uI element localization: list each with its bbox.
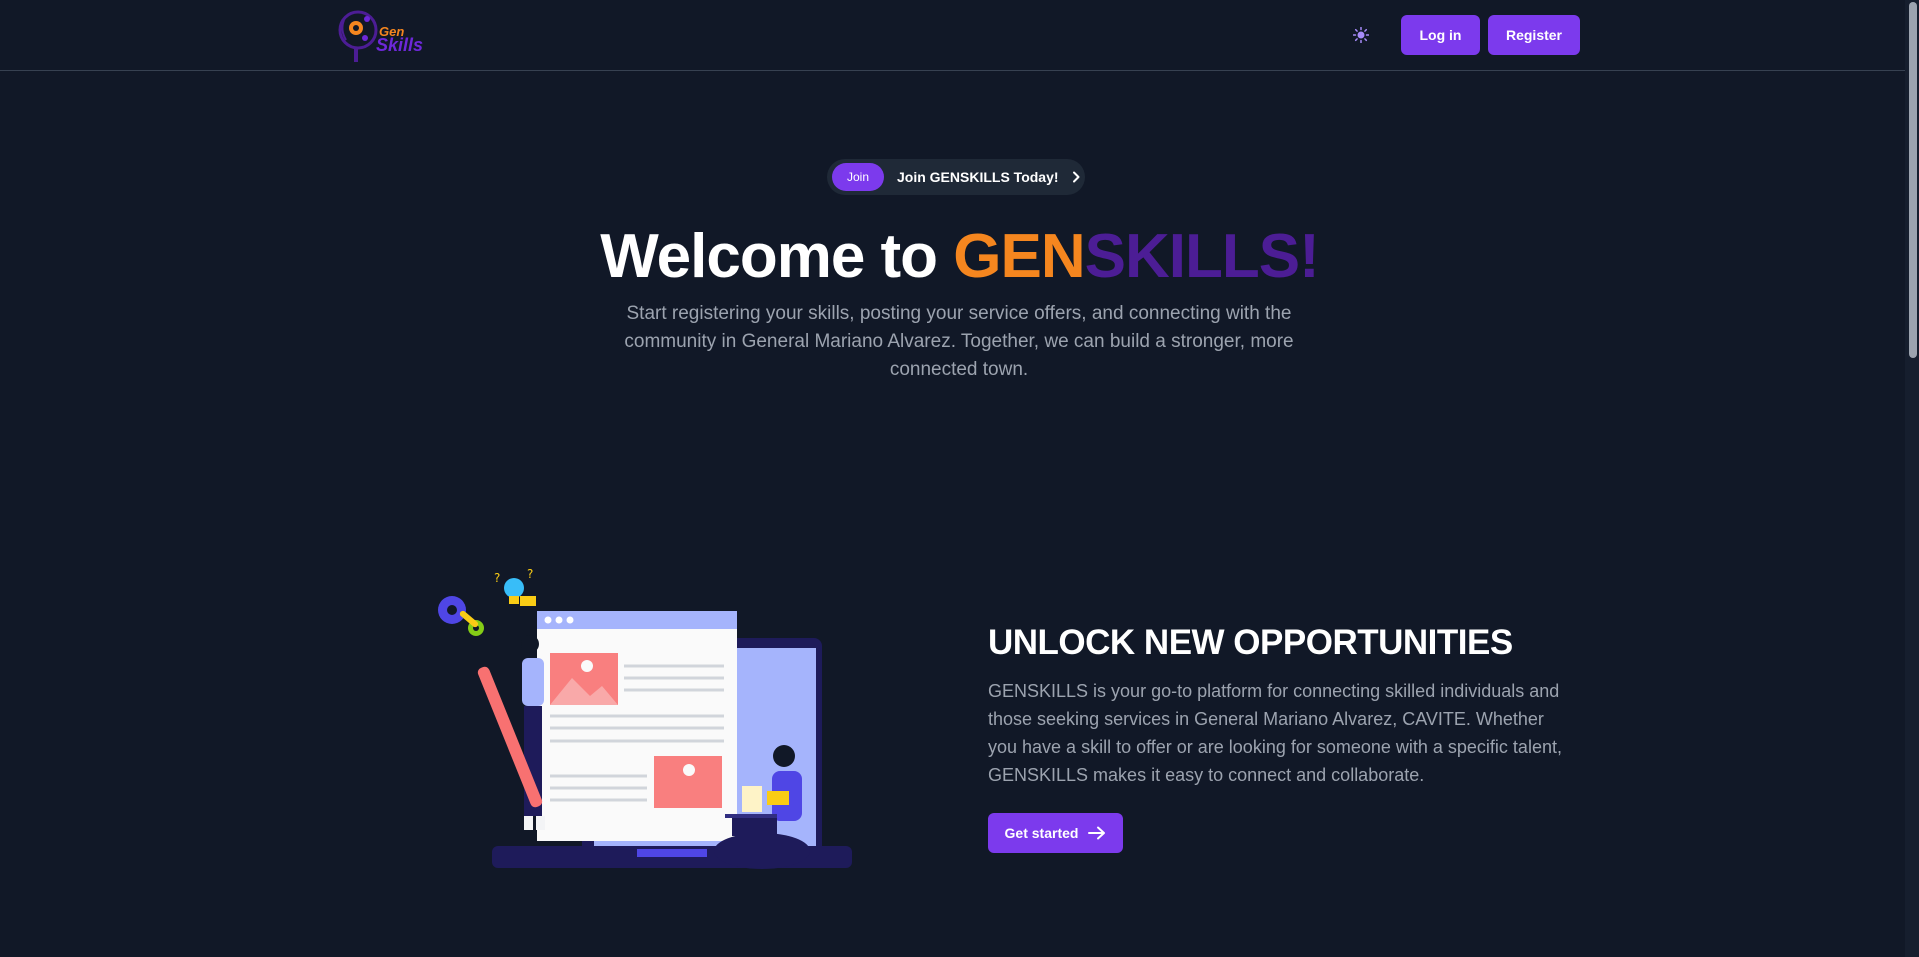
chevron-right-icon	[1071, 171, 1083, 183]
hero-title-skills: SKILLS!	[1084, 222, 1320, 291]
genskills-logo[interactable]: Gen Skills	[334, 6, 430, 66]
login-button[interactable]: Log in	[1401, 15, 1480, 55]
sun-icon	[1353, 27, 1369, 43]
logo-text-skills: Skills	[376, 35, 424, 55]
collaboration-illustration: ? ?	[438, 567, 852, 869]
landing-page: Gen Skills Log in Register Join Join GEN…	[0, 0, 1919, 957]
scrollbar-thumb[interactable]	[1909, 2, 1917, 358]
opportunities-title: UNLOCK NEW OPPORTUNITIES	[988, 623, 1513, 662]
hero-title-prefix: Welcome to	[600, 222, 954, 291]
top-navbar: Gen Skills Log in Register	[0, 0, 1919, 71]
register-button[interactable]: Register	[1488, 15, 1580, 55]
hero-subtitle: Start registering your skills, posting y…	[624, 303, 1294, 380]
svg-text:?: ?	[527, 567, 533, 581]
opportunities-description: GENSKILLS is your go-to platform for con…	[988, 681, 1562, 785]
svg-text:?: ?	[494, 571, 500, 585]
join-text: Join GENSKILLS Today!	[897, 169, 1059, 185]
hero-title: Welcome to GENSKILLS!	[0, 221, 1919, 293]
get-started-button[interactable]: Get started	[988, 813, 1123, 853]
join-announcement-pill[interactable]: Join Join GENSKILLS Today!	[827, 159, 1085, 195]
theme-toggle-button[interactable]	[1348, 22, 1374, 48]
get-started-label: Get started	[1004, 825, 1079, 841]
arrow-right-icon	[1088, 826, 1106, 840]
join-badge: Join	[832, 163, 884, 191]
hero-title-gen: GEN	[953, 222, 1085, 291]
